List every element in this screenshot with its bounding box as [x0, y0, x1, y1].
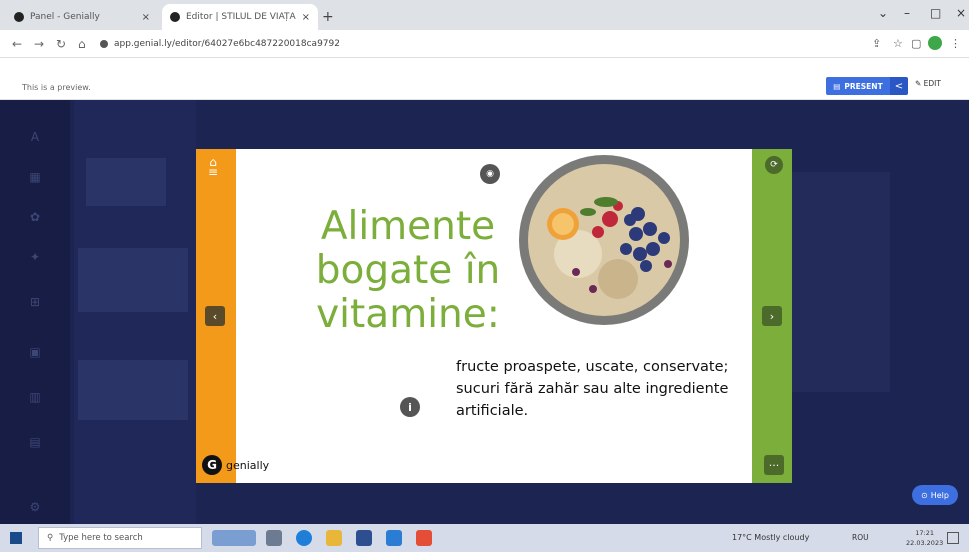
home-icon[interactable]: ⌂ ≡ — [206, 156, 220, 179]
language-indicator[interactable]: ROU — [852, 533, 869, 542]
profile-avatar[interactable] — [928, 36, 942, 50]
chevron-right-icon: › — [769, 309, 775, 323]
back-icon[interactable]: ← — [12, 37, 22, 51]
maximize-button[interactable]: □ — [930, 6, 941, 20]
tab-editor[interactable]: Editor | STILUL DE VIAȚĂ SĂNĂT × — [162, 4, 318, 30]
preview-bar: This is a preview. ▤ PRESENT < ✎ EDIT — [0, 58, 969, 100]
background-tool-icon: ▥ — [29, 390, 41, 404]
edge-icon[interactable] — [296, 530, 312, 546]
image-tool-icon: ▦ — [29, 170, 41, 184]
address-bar: ← → ↻ ⌂ app.genial.ly/editor/64027e6bc48… — [0, 30, 969, 58]
eye-icon[interactable]: ◉ — [480, 164, 500, 184]
genially-favicon-icon — [14, 12, 24, 22]
word-icon[interactable] — [386, 530, 402, 546]
search-placeholder: Type here to search — [59, 533, 143, 543]
taskbar: ⚲ Type here to search 17°C Mostly cloudy… — [0, 524, 969, 552]
ellipsis-icon: ··· — [768, 458, 780, 472]
share-icon: < — [894, 80, 904, 92]
present-label: PRESENT — [844, 81, 883, 91]
clock-date: 22.03.2023 — [906, 539, 944, 547]
pages-tool-icon: ▣ — [29, 345, 41, 359]
task-view-icon[interactable] — [266, 530, 282, 546]
search-icon: ⚲ — [47, 533, 54, 543]
editor-side-rail: A ▦ ✿ ✦ ⊞ ▣ ▥ ▤ ⚙ — [0, 100, 70, 524]
chevron-left-icon: ‹ — [212, 309, 218, 323]
tab-panel-genially[interactable]: Panel - Genially × — [6, 4, 158, 30]
chevron-down-icon[interactable]: ⌄ — [878, 6, 888, 20]
brand-name: genially — [226, 458, 270, 472]
next-slide-button[interactable]: › — [762, 306, 782, 326]
settings-icon: ⚙ — [29, 500, 41, 514]
weather-status[interactable]: 17°C Mostly cloudy — [732, 533, 809, 542]
resources-tool-icon: ✿ — [29, 210, 41, 224]
taskbar-search[interactable]: ⚲ Type here to search — [38, 527, 202, 549]
bookmark-star-icon[interactable]: ☆ — [893, 37, 903, 50]
presentation-icon: ▤ — [833, 81, 841, 91]
fullscreen-toggle-icon[interactable]: ⟳ — [765, 156, 783, 174]
pages-list-icon: ▤ — [29, 435, 41, 449]
slides-panel — [74, 100, 196, 524]
slide-thumbnail — [78, 248, 188, 312]
new-tab-button[interactable]: + — [322, 9, 334, 25]
clock[interactable]: 17:21 22.03.2023 — [906, 528, 943, 548]
forward-icon[interactable]: → — [34, 37, 44, 51]
url-field[interactable]: app.genial.ly/editor/64027e6bc487220018c… — [100, 34, 860, 54]
url-text: app.genial.ly/editor/64027e6bc487220018c… — [114, 39, 340, 49]
share-button[interactable]: < — [890, 77, 908, 95]
menu-icon[interactable]: ⋮ — [950, 37, 961, 50]
lock-icon — [100, 40, 108, 48]
present-button[interactable]: ▤ PRESENT — [826, 77, 890, 95]
edit-button[interactable]: ✎ EDIT — [915, 79, 941, 88]
reload-icon[interactable]: ↻ — [56, 37, 66, 51]
slide-description: fructe proaspete, uscate, conservate; su… — [456, 359, 729, 419]
insert-tool-icon: ⊞ — [29, 295, 41, 309]
slide-title: Alimente bogate în vitamine: — [315, 204, 501, 337]
help-label: Help — [930, 490, 949, 500]
chrome-icon[interactable] — [416, 530, 432, 546]
tab-search-icon[interactable]: ▢ — [911, 37, 921, 50]
slide-thumbnail — [86, 158, 166, 206]
pencil-icon: ✎ — [915, 79, 924, 88]
more-options-button[interactable]: ··· — [764, 455, 784, 475]
canvas-shadow — [790, 172, 890, 392]
browser-tab-strip: Panel - Genially × Editor | STILUL DE VI… — [0, 0, 969, 30]
genially-g-icon: G — [202, 455, 222, 475]
genially-favicon-icon — [170, 12, 180, 22]
notification-icon[interactable] — [947, 532, 959, 544]
news-widget-icon[interactable] — [212, 530, 256, 546]
slide-thumbnail — [78, 360, 188, 420]
share-icon[interactable]: ⇪ — [872, 37, 881, 50]
slide-preview: ⌂ ≡ ‹ › ◉ ⟳ i ··· Alimente bogate în vita… — [196, 149, 792, 483]
file-explorer-icon[interactable] — [326, 530, 342, 546]
genially-logo[interactable]: G genially — [202, 455, 269, 475]
text-tool-icon: A — [30, 130, 40, 144]
interactive-tool-icon: ✦ — [29, 250, 41, 264]
help-icon: ⊙ — [921, 490, 928, 500]
tab-close-icon[interactable]: × — [142, 12, 150, 23]
minimize-button[interactable]: – — [904, 6, 910, 20]
help-button[interactable]: ⊙ Help — [912, 485, 958, 505]
windows-start-icon[interactable] — [10, 532, 22, 544]
tab-title: Panel - Genially — [30, 12, 100, 22]
mail-icon[interactable] — [356, 530, 372, 546]
edit-label: EDIT — [923, 79, 941, 88]
preview-notice: This is a preview. — [22, 83, 91, 92]
previous-slide-button[interactable]: ‹ — [205, 306, 225, 326]
info-icon[interactable]: i — [400, 397, 420, 417]
clock-time: 17:21 — [915, 529, 934, 537]
food-bowl-image — [519, 155, 689, 325]
tab-close-icon[interactable]: × — [302, 12, 310, 23]
close-window-button[interactable]: × — [956, 6, 966, 20]
tab-title: Editor | STILUL DE VIAȚĂ SĂNĂT — [186, 12, 296, 22]
home-icon[interactable]: ⌂ — [78, 37, 86, 51]
